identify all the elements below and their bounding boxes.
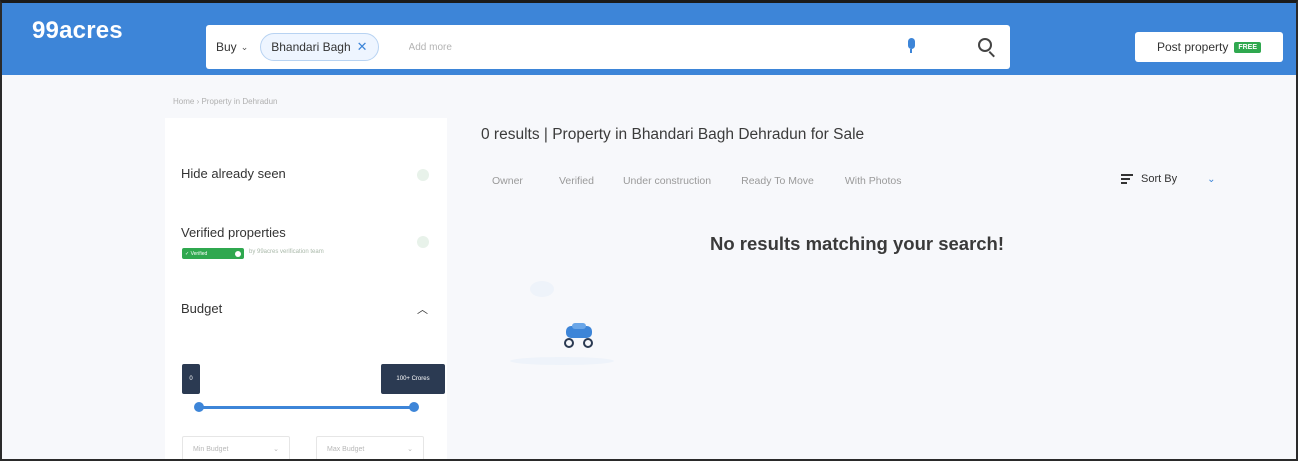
sort-by-dropdown[interactable]: Sort By ⌄ <box>1121 173 1215 185</box>
tab-with-photos[interactable]: With Photos <box>845 175 902 187</box>
verified-properties-label: Verified properties <box>181 225 286 240</box>
post-property-label: Post property <box>1156 40 1229 54</box>
page-frame: 99acres Buy ⌄ Bhandari Bagh ✕ Post prope… <box>0 0 1298 461</box>
free-badge: FREE <box>1234 41 1262 53</box>
chevron-down-icon: ⌄ <box>407 446 413 453</box>
hide-seen-label: Hide already seen <box>181 166 286 181</box>
search-bar: Buy ⌄ Bhandari Bagh ✕ <box>206 25 1010 69</box>
breadcrumb[interactable]: Home › Property in Dehradun <box>173 97 278 106</box>
chevron-down-icon: ⌄ <box>240 41 249 52</box>
post-property-button[interactable]: Post property FREE <box>1135 32 1283 62</box>
filter-sidebar: Hide already seen Verified properties ✓ … <box>165 118 447 459</box>
filter-tabs: Owner Verified Under construction Ready … <box>492 175 901 187</box>
add-more-input[interactable] <box>408 41 829 53</box>
mic-icon[interactable] <box>906 37 916 55</box>
no-results-message: No results matching your search! <box>710 233 1005 254</box>
verified-toggle[interactable] <box>417 236 429 248</box>
budget-title: Budget <box>181 301 223 316</box>
chevron-up-icon[interactable]: ︿ <box>417 301 428 317</box>
empty-state-illustration <box>510 281 614 365</box>
buy-dropdown[interactable]: Buy ⌄ <box>216 40 248 54</box>
max-budget-select[interactable]: Max Budget ⌄ <box>316 436 424 459</box>
budget-slider-track[interactable] <box>199 406 415 409</box>
search-icon[interactable] <box>976 36 998 58</box>
tab-verified[interactable]: Verified <box>559 175 594 187</box>
max-budget-label: Max Budget <box>327 445 365 453</box>
close-icon[interactable]: ✕ <box>357 39 368 55</box>
hide-seen-toggle[interactable] <box>417 169 429 181</box>
chevron-down-icon: ⌄ <box>273 446 279 453</box>
logo[interactable]: 99acres <box>32 17 123 45</box>
sort-by-label: Sort By <box>1141 173 1178 185</box>
budget-max-handle[interactable] <box>409 402 419 412</box>
top-bar: 99acres Buy ⌄ Bhandari Bagh ✕ Post prope… <box>2 3 1296 75</box>
min-budget-label: Min Budget <box>193 445 229 453</box>
max-value-bubble: 100+ Crores <box>381 364 445 394</box>
sort-icon <box>1121 174 1133 184</box>
chevron-down-icon: ⌄ <box>1207 173 1216 185</box>
location-chip-label: Bhandari Bagh <box>271 40 351 54</box>
tab-ready-to-move[interactable]: Ready To Move <box>741 175 814 187</box>
min-value-bubble: 0 <box>182 364 200 394</box>
verified-dot-icon <box>235 250 241 257</box>
tab-under-construction[interactable]: Under construction <box>623 175 711 187</box>
verified-badge: ✓ Verified <box>182 248 244 259</box>
verified-badge-label: ✓ Verified <box>185 250 208 257</box>
verified-note: by 99acres verification team <box>249 249 324 255</box>
min-budget-select[interactable]: Min Budget ⌄ <box>182 436 290 459</box>
tab-owner[interactable]: Owner <box>492 175 523 187</box>
location-chip[interactable]: Bhandari Bagh ✕ <box>260 33 379 61</box>
buy-label: Buy <box>216 40 237 54</box>
budget-min-handle[interactable] <box>194 402 204 412</box>
results-title: 0 results | Property in Bhandari Bagh De… <box>481 126 865 143</box>
